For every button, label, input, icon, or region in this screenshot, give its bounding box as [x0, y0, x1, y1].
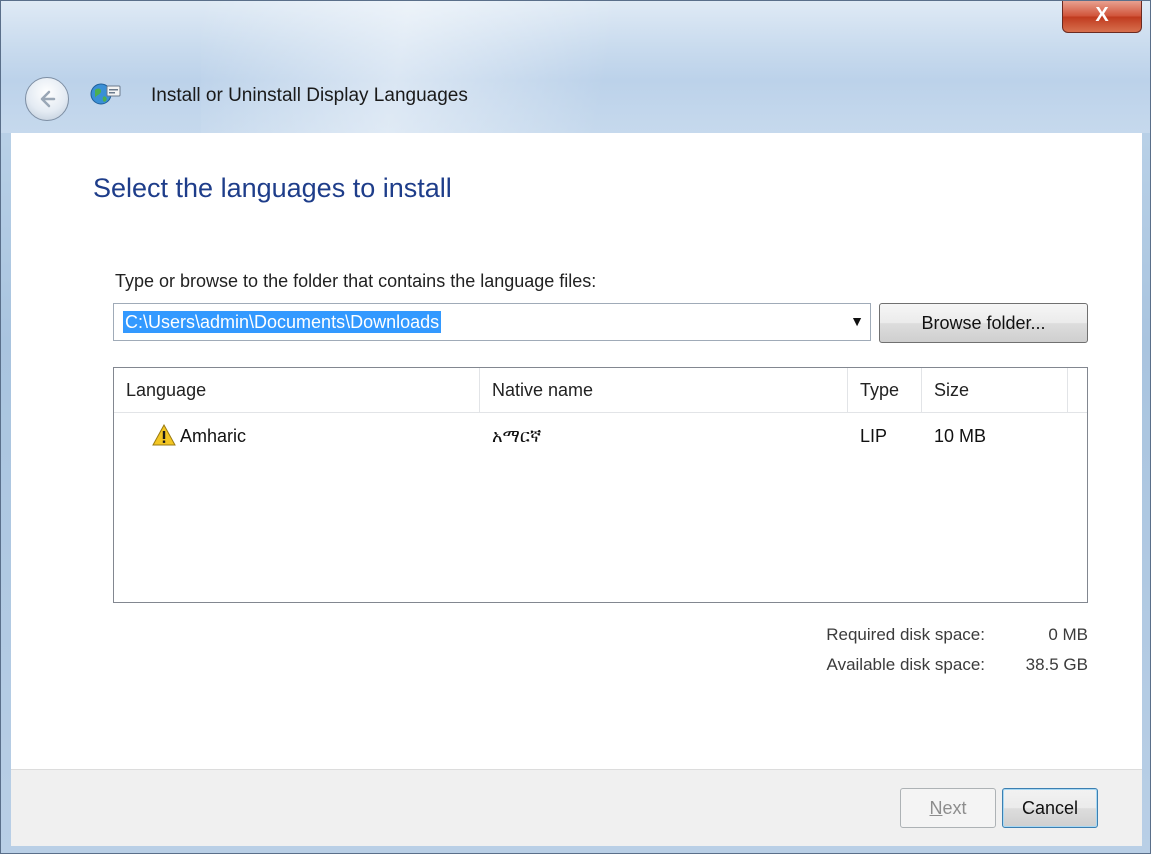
dialog-window: X Install or Uninstall Display Languages…: [0, 0, 1151, 854]
next-button[interactable]: Next: [900, 788, 996, 828]
column-header-size[interactable]: Size: [922, 368, 1068, 412]
available-disk-space-label: Available disk space:: [826, 655, 985, 674]
package-size: 10 MB: [934, 426, 987, 446]
warning-icon: [152, 424, 176, 446]
language-name: Amharic: [180, 426, 247, 446]
chevron-down-icon[interactable]: ▼: [850, 313, 864, 329]
back-arrow-icon: [40, 90, 56, 108]
native-name: አማርኛ: [492, 426, 542, 446]
close-icon: X: [1095, 4, 1109, 26]
column-header-language[interactable]: Language: [114, 368, 480, 412]
content-area: Select the languages to install Type or …: [11, 133, 1142, 769]
folder-label: Type or browse to the folder that contai…: [115, 271, 597, 291]
title-bar: [1, 1, 1150, 133]
folder-path-combobox[interactable]: C:\Users\admin\Documents\Downloads ▼: [113, 303, 871, 341]
folder-path-input[interactable]: C:\Users\admin\Documents\Downloads: [123, 311, 442, 333]
required-disk-space-value: 0 MB: [1048, 625, 1088, 644]
package-type: LIP: [860, 426, 888, 446]
cancel-button[interactable]: Cancel: [1002, 788, 1098, 828]
globe-language-icon: [89, 81, 123, 111]
close-button[interactable]: X: [1062, 1, 1142, 33]
available-disk-space-value: 38.5 GB: [1025, 655, 1088, 674]
button-bar: Next Cancel: [11, 769, 1142, 846]
language-list[interactable]: Language Native name Type Size Amharic አ…: [113, 367, 1088, 603]
list-header: Language Native name Type Size: [114, 368, 1087, 413]
list-item[interactable]: Amharic አማርኛ LIP 10 MB: [114, 416, 1087, 456]
column-header-native-name[interactable]: Native name: [480, 368, 848, 412]
required-disk-space-label: Required disk space:: [826, 625, 985, 644]
browse-folder-button[interactable]: Browse folder...: [879, 303, 1088, 343]
window-title: Install or Uninstall Display Languages: [151, 85, 468, 106]
back-button[interactable]: [25, 77, 69, 121]
page-heading: Select the languages to install: [93, 173, 452, 203]
column-header-type[interactable]: Type: [848, 368, 922, 412]
